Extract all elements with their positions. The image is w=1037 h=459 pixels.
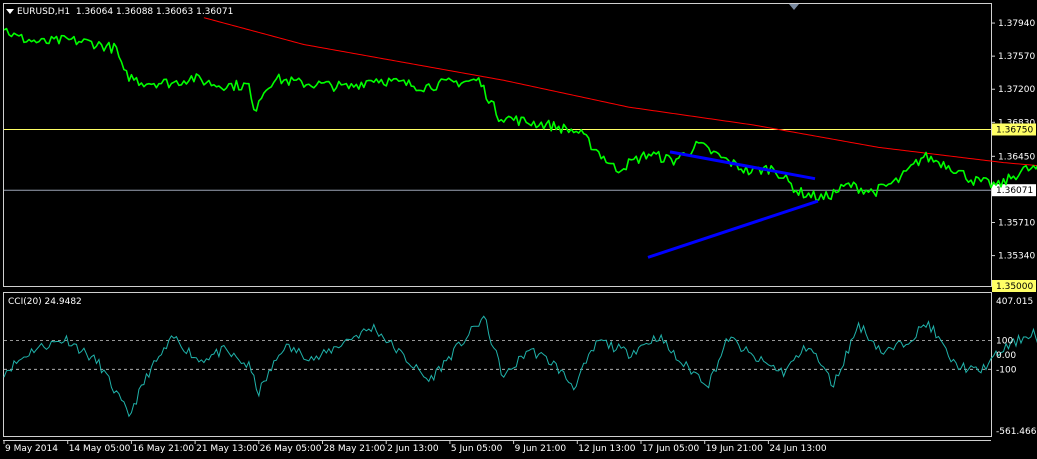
cci-axis-label: 0.00 — [996, 351, 1016, 361]
time-axis-label: 9 May 2014 — [5, 444, 58, 454]
time-axis-label: 17 Jun 05:00 — [642, 444, 699, 454]
time-axis-label: 9 Jun 21:00 — [515, 444, 567, 454]
time-axis-label: 5 Jun 05:00 — [451, 444, 503, 454]
symbol-header: EURUSD,H1 1.36064 1.36088 1.36063 1.3607… — [6, 7, 233, 17]
time-axis-label: 12 Jun 13:00 — [578, 444, 635, 454]
cci-axis-label: -100 — [996, 365, 1017, 375]
price-axis-label: 1.36450 — [998, 152, 1035, 162]
level-price-label: 1.36071 — [996, 186, 1033, 196]
price-axis-label: 1.35340 — [998, 252, 1035, 262]
chart-shift-marker-icon[interactable] — [789, 4, 799, 10]
cci-axis-label: 407.015 — [996, 297, 1033, 307]
price-axis-label: 1.37570 — [998, 52, 1035, 62]
time-axis-label: 21 May 13:00 — [196, 444, 258, 454]
time-axis-label: 14 May 05:00 — [69, 444, 131, 454]
time-axis-label: 26 May 05:00 — [260, 444, 322, 454]
time-axis-label: 2 Jun 13:00 — [387, 444, 439, 454]
triangle-down-icon[interactable] — [6, 9, 14, 14]
cci-axis-label: 100 — [996, 336, 1013, 346]
price-axis-label: 1.37940 — [998, 19, 1035, 29]
chart-window[interactable]: 1.37940 1.37570 1.37200 1.36830 1.36450 1.357… — [0, 0, 1037, 455]
time-axis-label: 16 May 21:00 — [132, 444, 194, 454]
cci-axis-label: -561.4662 — [996, 427, 1037, 437]
symbol-label: EURUSD,H1 — [17, 7, 71, 17]
cci-indicator-label: CCI(20) 24.9482 — [8, 297, 82, 307]
ohlc-values: 1.36064 1.36088 1.36063 1.36071 — [75, 7, 234, 17]
level-price-label: 1.35000 — [996, 282, 1033, 292]
time-axis-label: 19 Jun 21:00 — [706, 444, 763, 454]
time-axis-label: 24 Jun 13:00 — [769, 444, 826, 454]
price-axis-label: 1.37200 — [998, 85, 1035, 95]
chart-canvas[interactable]: 1.379401.375701.372001.368301.364501.357… — [0, 0, 1037, 455]
time-axis-label: 28 May 21:00 — [324, 444, 386, 454]
level-price-label: 1.36750 — [996, 125, 1033, 135]
price-axis-label: 1.35710 — [998, 218, 1035, 228]
